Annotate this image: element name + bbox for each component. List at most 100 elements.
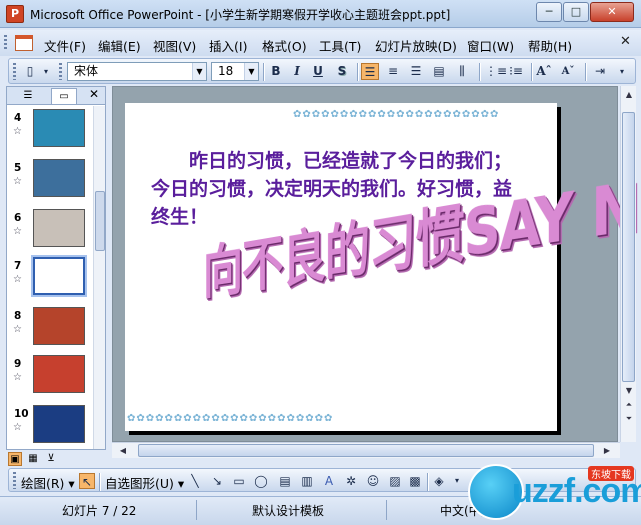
maximize-button[interactable]: □ bbox=[563, 2, 589, 22]
toolbar-options-icon[interactable]: ▾ bbox=[613, 63, 631, 80]
view-buttons: ▣ ▦ ⊻ bbox=[6, 452, 66, 468]
align-right-icon[interactable]: ☰ bbox=[407, 63, 425, 80]
watermark-badge: 东坡下载 bbox=[588, 466, 634, 481]
bullets-icon[interactable]: ⁝≡ bbox=[507, 63, 525, 80]
indent-icon[interactable]: ⇥ bbox=[591, 63, 609, 80]
slideshow-view-icon[interactable]: ⊻ bbox=[44, 452, 58, 466]
increase-font-button[interactable]: Aˆ bbox=[535, 63, 553, 80]
bold-button[interactable]: B bbox=[267, 63, 285, 80]
menu-format[interactable]: 格式(O) bbox=[262, 36, 307, 55]
slide-preview[interactable] bbox=[33, 209, 85, 247]
diagram-icon[interactable]: ✲ bbox=[343, 473, 359, 489]
menu-bar: 文件(F) 编辑(E) 视图(V) 插入(I) 格式(O) 工具(T) 幻灯片放… bbox=[0, 30, 641, 56]
minimize-button[interactable]: ─ bbox=[536, 2, 562, 22]
previous-slide-icon[interactable]: ⏶ bbox=[622, 398, 636, 412]
menu-edit[interactable]: 编辑(E) bbox=[98, 36, 141, 55]
status-separator bbox=[386, 500, 387, 520]
slide-thumbnail[interactable]: 6 ☆ bbox=[11, 209, 91, 255]
clipart-icon[interactable]: ☺ bbox=[365, 473, 381, 489]
next-slide-icon[interactable]: ⏷ bbox=[622, 412, 636, 426]
menu-slideshow[interactable]: 幻灯片放映(D) bbox=[375, 36, 457, 55]
drawbar-grip[interactable] bbox=[13, 472, 16, 489]
normal-view-icon[interactable]: ▣ bbox=[8, 452, 22, 466]
slide-number: 6 bbox=[14, 212, 21, 224]
window-title: Microsoft Office PowerPoint - [小学生新学期寒假开… bbox=[30, 6, 450, 23]
animation-star-icon: ☆ bbox=[13, 422, 22, 433]
picture-icon[interactable]: ▩ bbox=[407, 473, 423, 489]
chevron-down-icon[interactable]: ▼ bbox=[192, 63, 206, 80]
align-center-icon[interactable]: ≡ bbox=[384, 63, 402, 80]
menu-insert[interactable]: 插入(I) bbox=[209, 36, 247, 55]
thumbnail-scrollbar[interactable] bbox=[93, 106, 105, 449]
shadow-button[interactable]: S bbox=[333, 63, 351, 80]
italic-button[interactable]: I bbox=[288, 63, 306, 80]
menu-file[interactable]: 文件(F) bbox=[44, 36, 86, 55]
horizontal-scroll-thumb[interactable] bbox=[138, 444, 594, 457]
toolbar-options-icon[interactable]: ▾ bbox=[37, 63, 55, 80]
slide-preview[interactable] bbox=[33, 307, 85, 345]
wordart-icon[interactable]: A bbox=[321, 473, 337, 489]
scroll-thumb[interactable] bbox=[95, 191, 105, 251]
textbox-icon[interactable]: ▤ bbox=[277, 473, 293, 489]
arrow-icon[interactable]: ↘ bbox=[209, 473, 225, 489]
slide-preview[interactable] bbox=[33, 257, 85, 295]
slide-preview[interactable] bbox=[33, 405, 85, 443]
horizontal-scrollbar[interactable]: ◀ ▶ bbox=[112, 442, 620, 458]
insert-picture-icon[interactable]: ▨ bbox=[387, 473, 403, 489]
draw-menu-button[interactable]: 绘图(R) ▾ bbox=[21, 473, 75, 492]
scroll-right-icon[interactable]: ▶ bbox=[600, 444, 614, 458]
slide-thumbnail[interactable]: 10 ☆ bbox=[11, 405, 91, 451]
slide-preview[interactable] bbox=[33, 355, 85, 393]
oval-icon[interactable]: ◯ bbox=[253, 473, 269, 489]
menu-tools[interactable]: 工具(T) bbox=[319, 36, 361, 55]
document-close-icon[interactable]: ✕ bbox=[620, 34, 631, 49]
current-slide[interactable]: ✿✿✿✿✿✿✿✿✿✿✿✿✿✿✿✿✿✿✿✿✿✿ 昨日的习惯，已经造就了今日的我们；… bbox=[125, 103, 557, 431]
chevron-down-icon[interactable]: ▾ bbox=[449, 473, 465, 489]
slide-thumbnail[interactable]: 8 ☆ bbox=[11, 307, 91, 353]
slide-preview[interactable] bbox=[33, 109, 85, 147]
distribute-icon[interactable]: ▤ bbox=[430, 63, 448, 80]
slide-thumbnail[interactable]: 5 ☆ bbox=[11, 159, 91, 205]
autoshapes-button[interactable]: 自选图形(U) ▾ bbox=[105, 473, 184, 492]
select-objects-icon[interactable]: ↖ bbox=[79, 473, 95, 489]
menu-window[interactable]: 窗口(W) bbox=[467, 36, 514, 55]
rectangle-icon[interactable]: ▭ bbox=[231, 473, 247, 489]
columns-icon[interactable]: ⫼ bbox=[453, 63, 471, 80]
vertical-scrollbar[interactable]: ▲ ▼ ⏶ ⏷ bbox=[620, 86, 636, 442]
slide-preview[interactable] bbox=[33, 159, 85, 197]
menu-view[interactable]: 视图(V) bbox=[153, 36, 196, 55]
tab-outline[interactable]: ☰ bbox=[15, 88, 41, 104]
scroll-up-icon[interactable]: ▲ bbox=[622, 88, 636, 102]
font-size-combo[interactable]: 18 ▼ bbox=[211, 62, 259, 81]
slide-thumbnail[interactable]: 4 ☆ bbox=[11, 109, 91, 155]
animation-star-icon: ☆ bbox=[13, 274, 22, 285]
vertical-textbox-icon[interactable]: ▥ bbox=[299, 473, 315, 489]
slide-thumbnail[interactable]: 9 ☆ bbox=[11, 355, 91, 401]
panel-close-icon[interactable]: ✕ bbox=[89, 87, 99, 101]
tab-slides[interactable]: ▭ bbox=[51, 88, 77, 104]
toolbar-separator bbox=[531, 63, 532, 81]
menubar-grip[interactable] bbox=[4, 35, 7, 51]
close-button[interactable]: ✕ bbox=[590, 2, 634, 22]
slide-sorter-icon[interactable]: ▦ bbox=[26, 452, 40, 466]
flower-border-bottom: ✿✿✿✿✿✿✿✿✿✿✿✿✿✿✿✿✿✿✿✿✿✿ bbox=[127, 413, 333, 424]
scroll-left-icon[interactable]: ◀ bbox=[116, 444, 130, 458]
toolbar-separator bbox=[427, 473, 428, 491]
document-icon[interactable] bbox=[15, 35, 33, 51]
numbering-icon[interactable]: ⋮≡ bbox=[485, 63, 503, 80]
toolbar-grip-2[interactable] bbox=[59, 63, 62, 80]
scroll-down-icon[interactable]: ▼ bbox=[622, 384, 636, 398]
chevron-down-icon[interactable]: ▼ bbox=[244, 63, 258, 80]
align-left-icon[interactable]: ☰ bbox=[361, 63, 379, 80]
vertical-scroll-thumb[interactable] bbox=[622, 112, 635, 382]
line-icon[interactable]: ╲ bbox=[187, 473, 203, 489]
menu-help[interactable]: 帮助(H) bbox=[528, 36, 572, 55]
decrease-font-button[interactable]: Aˇ bbox=[559, 63, 577, 80]
toolbar-separator bbox=[263, 63, 264, 81]
fill-color-icon[interactable]: ◈ bbox=[431, 473, 447, 489]
underline-button[interactable]: U bbox=[309, 63, 327, 80]
font-name-combo[interactable]: 宋体 ▼ bbox=[67, 62, 207, 81]
slide-thumbnail[interactable]: 7 ☆ bbox=[11, 257, 91, 303]
toolbar-grip[interactable] bbox=[13, 63, 16, 80]
powerpoint-app-icon[interactable]: P bbox=[6, 5, 24, 23]
